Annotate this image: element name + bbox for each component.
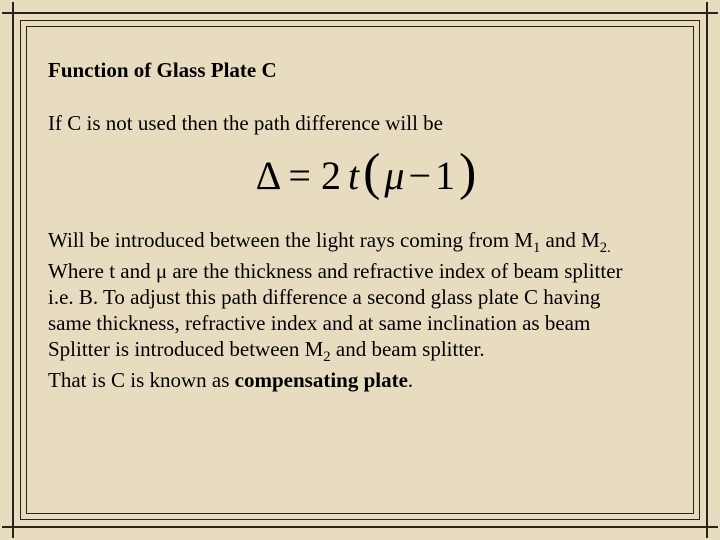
slide-title: Function of Glass Plate C bbox=[48, 58, 684, 83]
body-line3: i.e. B. To adjust this path difference a… bbox=[48, 285, 600, 309]
intro-text: If C is not used then the path differenc… bbox=[48, 111, 684, 136]
eq-mu: μ bbox=[384, 152, 404, 199]
body-bold-term: compensating plate bbox=[235, 368, 408, 392]
corner-ornament-tr bbox=[696, 2, 718, 24]
body-sub-m2b: 2 bbox=[323, 350, 330, 366]
corner-ornament-bl bbox=[2, 516, 24, 538]
slide-content: Function of Glass Plate C If C is not us… bbox=[48, 58, 684, 500]
body-line4: same thickness, refractive index and at … bbox=[48, 311, 590, 335]
body-line6a: That is C is known as bbox=[48, 368, 235, 392]
body-line5b: and beam splitter. bbox=[331, 337, 485, 361]
eq-t: t bbox=[348, 152, 359, 199]
corner-ornament-br bbox=[696, 516, 718, 538]
equation-block: Δ = 2 t ( μ − 1 ) bbox=[48, 152, 684, 199]
eq-minus: − bbox=[408, 152, 431, 199]
body-line2: Where t and μ are the thickness and refr… bbox=[48, 259, 623, 283]
body-line1a: Will be introduced between the light ray… bbox=[48, 228, 533, 252]
body-line5a: Splitter is introduced between M bbox=[48, 337, 323, 361]
body-sub-m2: 2. bbox=[600, 240, 611, 256]
corner-ornament-tl bbox=[2, 2, 24, 24]
body-line6b: . bbox=[408, 368, 413, 392]
body-line1b: and M bbox=[540, 228, 600, 252]
body-paragraph: Will be introduced between the light ray… bbox=[48, 227, 684, 393]
eq-two: 2 bbox=[321, 152, 341, 199]
eq-delta: Δ bbox=[256, 152, 282, 199]
eq-one: 1 bbox=[435, 152, 455, 199]
equation: Δ = 2 t ( μ − 1 ) bbox=[256, 152, 477, 199]
eq-equals: = bbox=[288, 152, 311, 199]
